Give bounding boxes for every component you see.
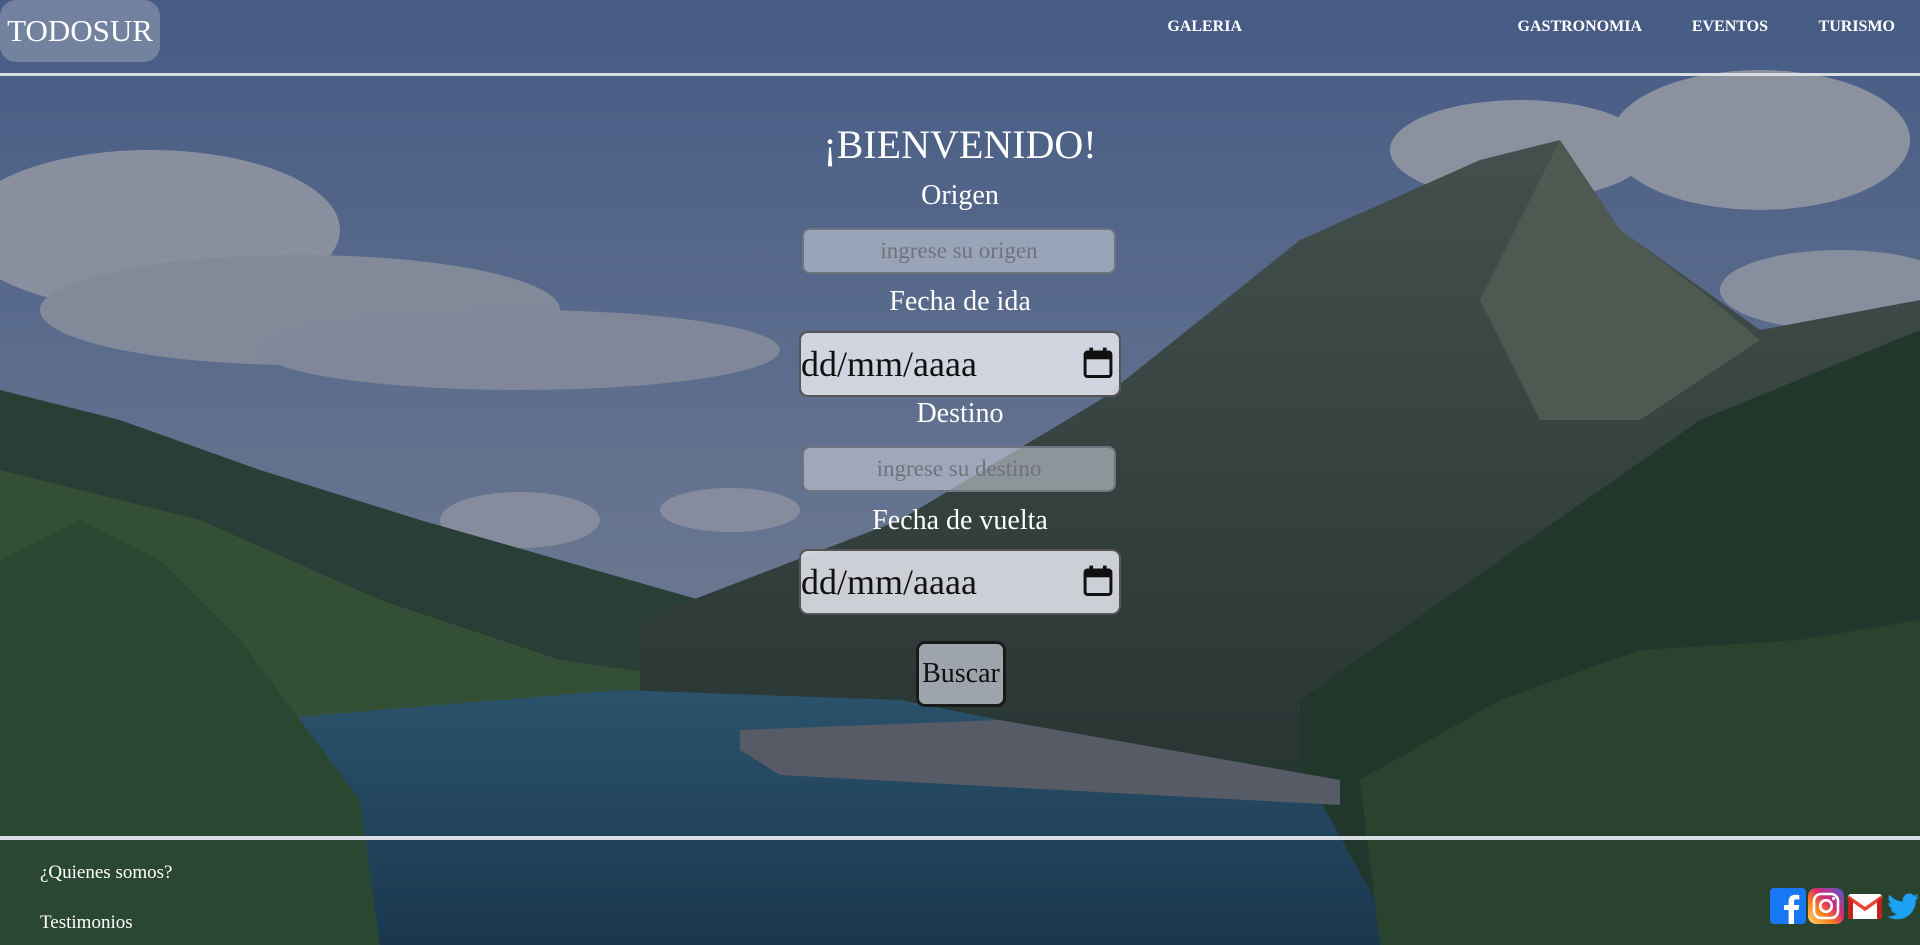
return-date-input[interactable]: dd/mm/aaaa <box>799 549 1121 615</box>
origin-input[interactable] <box>802 228 1116 274</box>
departure-date-input[interactable]: dd/mm/aaaa <box>799 331 1121 397</box>
nav-item-galeria[interactable]: GALERIA <box>1167 18 1242 36</box>
gmail-icon[interactable] <box>1847 888 1883 924</box>
site-header: TODOSUR GALERIA GASTRONOMIA EVENTOS TURI… <box>0 0 1920 76</box>
origin-label: Origen <box>921 180 999 211</box>
twitter-icon[interactable] <box>1885 888 1920 924</box>
search-button[interactable]: Buscar <box>916 641 1006 707</box>
departure-date-value: dd/mm/aaaa <box>801 344 977 384</box>
footer-link-about[interactable]: ¿Quienes somos? <box>40 862 172 884</box>
calendar-icon[interactable] <box>1083 565 1113 597</box>
site-logo[interactable]: TODOSUR <box>0 0 160 62</box>
site-footer: ¿Quienes somos? Testimonios <box>0 836 1920 945</box>
footer-link-testimonials[interactable]: Testimonios <box>40 912 133 934</box>
page: TODOSUR GALERIA GASTRONOMIA EVENTOS TURI… <box>0 0 1920 945</box>
return-date-label: Fecha de vuelta <box>872 505 1048 536</box>
social-links <box>1770 888 1920 928</box>
departure-date-label: Fecha de ida <box>889 286 1031 317</box>
nav-item-gastronomia[interactable]: GASTRONOMIA <box>1518 18 1642 36</box>
calendar-icon[interactable] <box>1083 347 1113 379</box>
page-title: ¡BIENVENIDO! <box>823 122 1097 167</box>
return-date-value: dd/mm/aaaa <box>801 562 977 602</box>
facebook-icon[interactable] <box>1770 888 1806 924</box>
search-form: ¡BIENVENIDO! Origen Fecha de ida dd/mm/a… <box>0 120 1920 720</box>
destination-label: Destino <box>916 398 1004 429</box>
instagram-icon[interactable] <box>1808 888 1844 924</box>
destination-input[interactable] <box>802 446 1116 492</box>
nav-item-eventos[interactable]: EVENTOS <box>1692 18 1768 36</box>
nav-item-turismo[interactable]: TURISMO <box>1819 18 1895 36</box>
